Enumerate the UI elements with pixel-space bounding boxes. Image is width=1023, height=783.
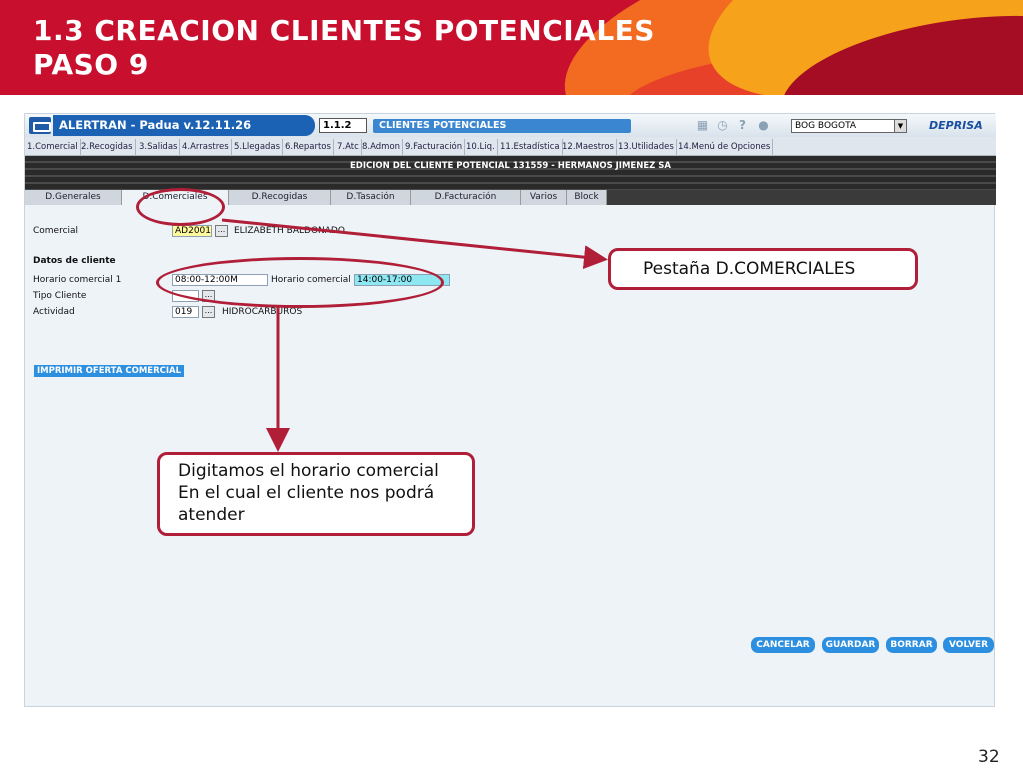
schedule-callout-line1: Digitamos el horario comercial: [178, 461, 439, 481]
annotation-arrows: [221, 218, 608, 452]
arrow-to-tab-note: [221, 218, 608, 270]
schedule-highlight-ring: [156, 257, 444, 308]
schedule-callout-line2: En el cual el cliente nos podrá: [178, 483, 435, 503]
tab-highlight-ring: [136, 188, 225, 226]
schedule-callout-line3: atender: [178, 505, 245, 525]
page-number: 32: [978, 747, 1000, 767]
schedule-callout: Digitamos el horario comercial En el cua…: [157, 452, 475, 536]
tab-callout: Pestaña D.COMERCIALES: [608, 248, 918, 290]
tab-callout-text: Pestaña D.COMERCIALES: [643, 259, 856, 279]
